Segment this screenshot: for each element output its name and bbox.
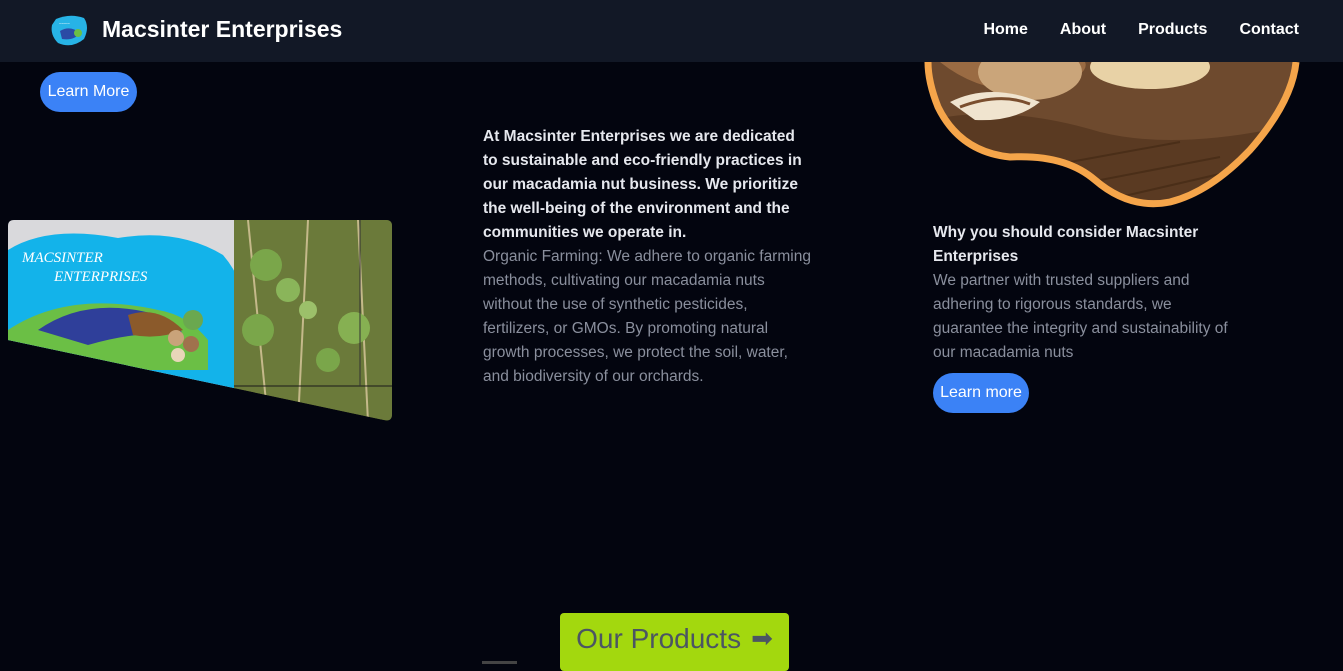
svg-text:~~~~: ~~~~ — [59, 22, 70, 27]
nav-products-link[interactable]: Products — [1138, 21, 1207, 39]
image-logo-text-2: ENTERPRISES — [53, 269, 148, 285]
main-nav: Home About Products Contact — [983, 21, 1299, 39]
brand-logo-icon[interactable]: ~~~~ — [50, 13, 90, 49]
macadamia-nuts-image — [924, 62, 1300, 208]
why-body: We partner with trusted suppliers and ad… — [933, 272, 1228, 361]
sustainability-lead: At Macsinter Enterprises we are dedicate… — [483, 128, 802, 241]
why-learn-more-button[interactable]: Learn more — [933, 373, 1029, 413]
sustainability-section: At Macsinter Enterprises we are dedicate… — [483, 125, 813, 389]
our-products-label: Our Products — [576, 623, 742, 654]
brand-name[interactable]: Macsinter Enterprises — [102, 16, 342, 43]
nav-home-link[interactable]: Home — [983, 21, 1027, 39]
navbar: ~~~~ Macsinter Enterprises Home About Pr… — [0, 0, 1343, 62]
sustainability-body: Organic Farming: We adhere to organic fa… — [483, 248, 811, 385]
arrow-right-icon: ➡ — [751, 623, 773, 653]
nav-contact-link[interactable]: Contact — [1239, 21, 1299, 39]
our-products-button[interactable]: Our Products ➡ — [560, 613, 789, 671]
why-section: Why you should consider Macsinter Enterp… — [933, 221, 1233, 365]
image-logo-text-1: MACSINTER — [21, 250, 103, 266]
nav-about-link[interactable]: About — [1060, 21, 1106, 39]
learn-more-button[interactable]: Learn More — [40, 72, 137, 112]
why-heading: Why you should consider Macsinter Enterp… — [933, 224, 1199, 265]
macadamia-brand-image: MACSINTER ENTERPRISES — [8, 220, 392, 421]
